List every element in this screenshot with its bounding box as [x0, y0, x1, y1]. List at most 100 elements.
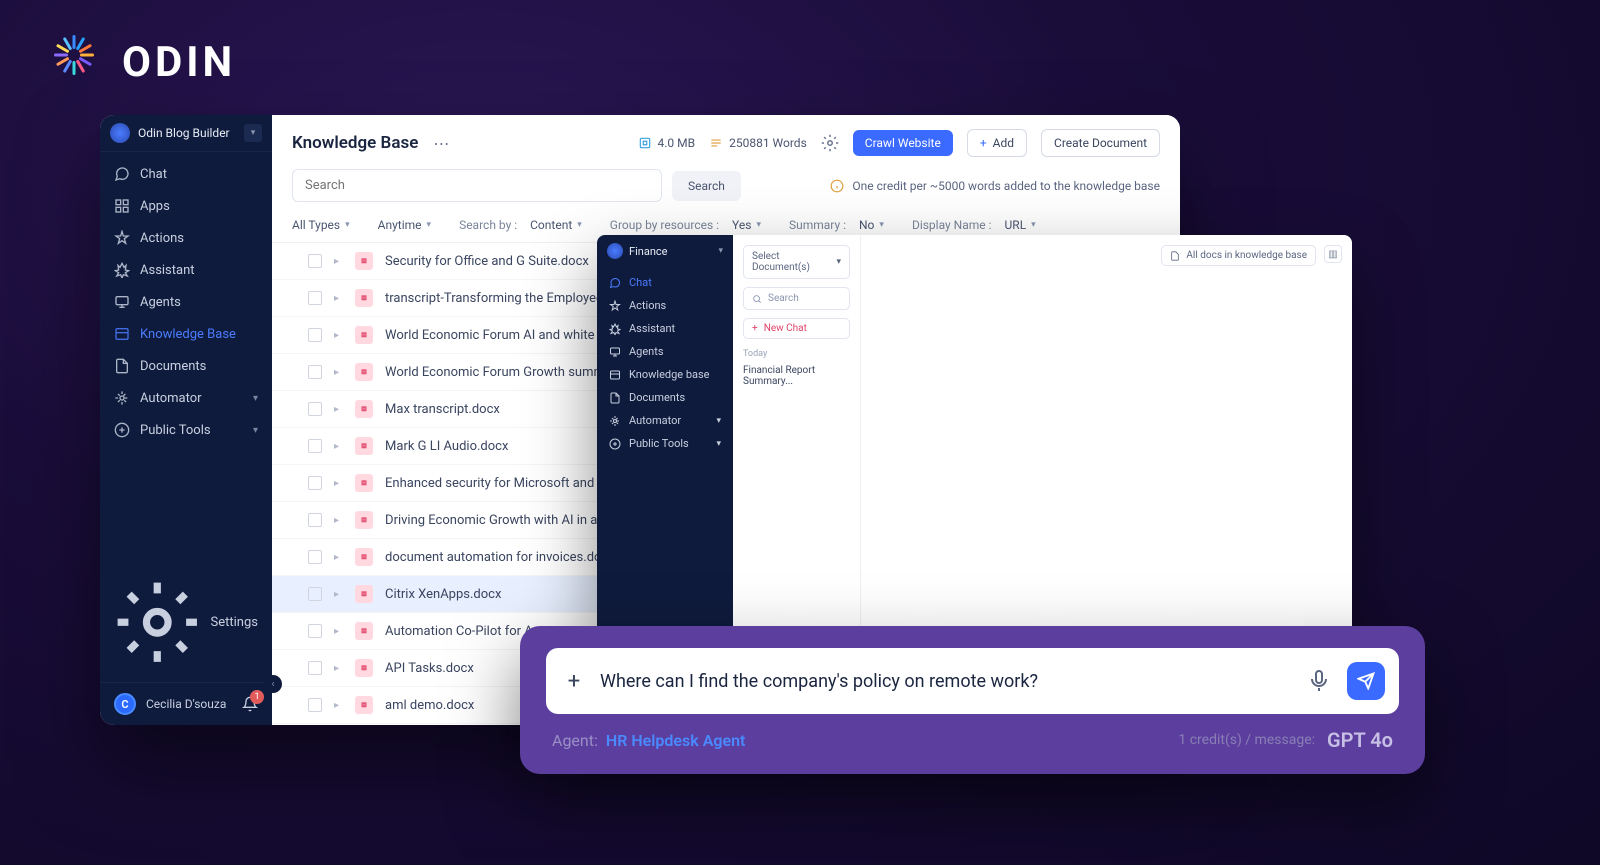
expand-icon[interactable]: ▸ — [334, 589, 339, 600]
search-input[interactable] — [292, 169, 662, 202]
sidebar-item-assistant[interactable]: Assistant — [100, 254, 272, 286]
chevron-down-icon: ▾ — [253, 393, 258, 404]
row-checkbox[interactable] — [308, 402, 322, 416]
filter-anytime[interactable]: Anytime▾ — [378, 218, 431, 232]
chat-workspace-label: Finance — [629, 245, 712, 258]
chat-workspace-switcher[interactable]: Finance ▾ — [597, 235, 733, 267]
chat-sidebar-item-agents[interactable]: Agents — [597, 340, 733, 363]
expand-icon[interactable]: ▸ — [334, 478, 339, 489]
workspace-switcher[interactable]: Odin Blog Builder ▾ — [100, 115, 272, 152]
sidebar-item-knowledge-base[interactable]: Knowledge Base — [100, 318, 272, 350]
agent-footer: Agent: HR Helpdesk Agent 1 credit(s) / m… — [546, 714, 1399, 752]
search-button[interactable]: Search — [672, 171, 741, 201]
agent-prompt-input[interactable] — [600, 671, 1291, 692]
size-icon — [638, 136, 652, 150]
document-name: Citrix XenApps.docx — [385, 587, 501, 602]
chat-search-input[interactable]: Search — [743, 287, 850, 310]
odin-logo: ODIN — [44, 32, 236, 92]
sidebar-item-apps[interactable]: Apps — [100, 190, 272, 222]
expand-icon[interactable]: ▸ — [334, 330, 339, 341]
documents-icon — [609, 392, 621, 404]
mic-icon[interactable] — [1307, 669, 1331, 693]
row-checkbox[interactable] — [308, 587, 322, 601]
chevron-down-icon[interactable]: ▾ — [244, 124, 262, 142]
chat-history-item[interactable]: Financial Report Summary... — [743, 365, 850, 387]
expand-icon[interactable]: ▸ — [334, 293, 339, 304]
filter-summary[interactable]: Summary : No▾ — [789, 218, 884, 232]
chat-sidebar-item-automator[interactable]: Automator▾ — [597, 409, 733, 432]
sidebar-item-automator[interactable]: Automator ▾ — [100, 382, 272, 414]
settings-icon[interactable] — [821, 134, 839, 152]
row-checkbox[interactable] — [308, 291, 322, 305]
sidebar-item-label: Documents — [140, 359, 206, 374]
row-checkbox[interactable] — [308, 550, 322, 564]
filter-groupby[interactable]: Group by resources : Yes▾ — [610, 218, 761, 232]
attach-button[interactable]: + — [564, 671, 584, 691]
agent-label: Agent: — [552, 731, 598, 750]
docx-icon: ⧈ — [355, 696, 373, 714]
filter-display[interactable]: Display Name : URL▾ — [912, 218, 1036, 232]
expand-icon[interactable]: ▸ — [334, 256, 339, 267]
chat-sidebar-item-documents[interactable]: Documents — [597, 386, 733, 409]
sidebar-nav: Chat Apps ActionsAssistantAgentsKnowledge … — [100, 152, 272, 563]
agent-credits: 1 credit(s) / message: — [1178, 732, 1315, 748]
row-checkbox[interactable] — [308, 698, 322, 712]
send-button[interactable] — [1347, 662, 1385, 700]
sidebar-item-label: Automator — [140, 391, 202, 406]
sidebar-item-documents[interactable]: Documents — [100, 350, 272, 382]
expand-icon[interactable]: ▸ — [334, 626, 339, 637]
expand-icon[interactable]: ▸ — [334, 700, 339, 711]
chat-sidebar-item-chat[interactable]: Chat — [597, 271, 733, 294]
topbar: Knowledge Base ⋯ 4.0 MB 250881 Words Cra… — [272, 115, 1180, 169]
sidebar-item-chat[interactable]: Chat — [100, 158, 272, 190]
expand-icon[interactable]: ▸ — [334, 404, 339, 415]
chat-sidebar-item-public-tools[interactable]: Public Tools▾ — [597, 432, 733, 455]
user-profile[interactable]: C Cecilia D'souza 1 — [100, 682, 272, 725]
chat-sidebar-item-actions[interactable]: Actions — [597, 294, 733, 317]
expand-icon[interactable]: ▸ — [334, 552, 339, 563]
sidebar-item-label: Apps — [140, 199, 170, 214]
docx-icon: ⧈ — [355, 400, 373, 418]
kb-docs-pill[interactable]: All docs in knowledge base — [1161, 245, 1316, 266]
chat-sidebar-item-knowledge-base[interactable]: Knowledge base — [597, 363, 733, 386]
expand-icon[interactable]: ▸ — [334, 441, 339, 452]
filter-types[interactable]: All Types▾ — [292, 218, 350, 232]
row-checkbox[interactable] — [308, 439, 322, 453]
knowledge-base-icon — [609, 369, 621, 381]
assistant-icon — [114, 262, 130, 278]
sidebar-item-public-tools[interactable]: Public Tools▾ — [100, 414, 272, 446]
chevron-down-icon[interactable]: ▾ — [718, 246, 723, 256]
panel-toggle-icon[interactable]: ▥ — [1324, 245, 1342, 263]
row-checkbox[interactable] — [308, 476, 322, 490]
add-button[interactable]: +Add — [967, 129, 1027, 157]
row-checkbox[interactable] — [308, 513, 322, 527]
new-chat-button[interactable]: +New Chat — [743, 318, 850, 339]
odin-burst-icon — [44, 32, 104, 92]
row-checkbox[interactable] — [308, 661, 322, 675]
row-checkbox[interactable] — [308, 254, 322, 268]
sidebar-item-agents[interactable]: Agents — [100, 286, 272, 318]
title-more-button[interactable]: ⋯ — [430, 132, 452, 154]
chat-sidebar-item-label: Agents — [629, 345, 664, 358]
select-documents-dropdown[interactable]: Select Document(s)▾ — [743, 245, 850, 279]
expand-icon[interactable]: ▸ — [334, 367, 339, 378]
automator-icon — [609, 415, 621, 427]
row-checkbox[interactable] — [308, 328, 322, 342]
row-checkbox[interactable] — [308, 365, 322, 379]
sidebar-item-actions[interactable]: Actions — [100, 222, 272, 254]
agent-name[interactable]: HR Helpdesk Agent — [606, 731, 746, 750]
words-icon — [709, 136, 723, 150]
notifications-button[interactable]: 1 — [242, 696, 258, 712]
sidebar-item-settings[interactable]: Settings — [114, 571, 258, 674]
chat-sidebar-item-assistant[interactable]: Assistant — [597, 317, 733, 340]
create-document-button[interactable]: Create Document — [1041, 129, 1160, 157]
expand-icon[interactable]: ▸ — [334, 515, 339, 526]
agent-model[interactable]: GPT 4o — [1327, 728, 1393, 752]
filter-searchby[interactable]: Search by : Content▾ — [459, 218, 582, 232]
sidebar-collapse-button[interactable]: ‹ — [264, 675, 282, 693]
workspace-icon — [607, 243, 623, 259]
crawl-website-button[interactable]: Crawl Website — [853, 130, 953, 156]
expand-icon[interactable]: ▸ — [334, 663, 339, 674]
size-stat: 4.0 MB — [638, 136, 696, 150]
row-checkbox[interactable] — [308, 624, 322, 638]
